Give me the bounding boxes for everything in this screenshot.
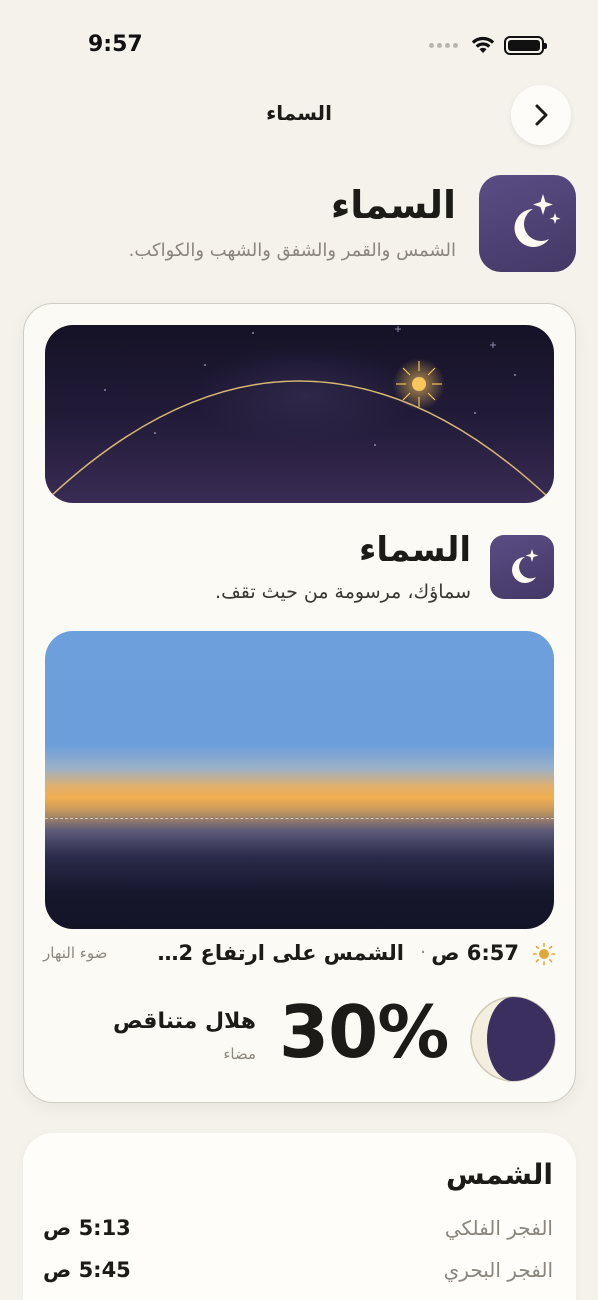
sun-time: 6:57 ص bbox=[431, 941, 519, 965]
section-title: الشمس bbox=[446, 1158, 553, 1191]
sky-gradient-panel bbox=[45, 631, 554, 929]
moon-illuminated-label: مضاء bbox=[223, 1045, 256, 1063]
row-value: 5:45 ص bbox=[43, 1258, 131, 1282]
page-subtitle: الشمس والقمر والشفق والشهب والكواكب. bbox=[128, 240, 456, 261]
sun-section-card: الشمس الفجر الفلكي 5:13 ص الفجر البحري 5… bbox=[23, 1133, 576, 1300]
separator-dot: · bbox=[420, 942, 426, 963]
moon-stars-icon bbox=[514, 194, 561, 247]
list-item: الفجر الفلكي 5:13 ص bbox=[43, 1216, 553, 1246]
status-time: 9:57 bbox=[88, 32, 143, 57]
row-value: 5:13 ص bbox=[43, 1216, 131, 1240]
chevron-right-icon bbox=[535, 104, 548, 126]
page-title: السماء bbox=[330, 183, 456, 227]
row-label: الفجر الفلكي bbox=[444, 1216, 553, 1240]
wifi-icon bbox=[471, 36, 495, 53]
status-indicators bbox=[429, 35, 547, 55]
row-label: الفجر البحري bbox=[443, 1258, 553, 1282]
moon-illumination-percent: 30% bbox=[279, 990, 449, 1074]
sun-altitude-status: الشمس على ارتفاع 2° فوق الأفق bbox=[154, 941, 404, 965]
sun-arc-illustration bbox=[45, 325, 554, 503]
daylight-label: ضوء النهار bbox=[43, 944, 108, 962]
sky-widget-icon bbox=[490, 535, 554, 599]
moon-phase-name: هلال متناقص bbox=[113, 1009, 256, 1034]
widget-title: السماء bbox=[359, 530, 471, 570]
sky-app-icon bbox=[479, 175, 576, 272]
sun-status-row: 6:57 ص · الشمس على ارتفاع 2° فوق الأفق ض… bbox=[42, 940, 556, 970]
moon-phase-icon bbox=[470, 996, 556, 1082]
sky-widget-preview-card[interactable]: السماء سماؤك، مرسومة من حيث تقف. 6:57 ص … bbox=[23, 303, 576, 1103]
battery-icon bbox=[504, 35, 547, 55]
horizon-line bbox=[45, 818, 554, 819]
forward-button[interactable] bbox=[511, 85, 571, 145]
status-bar: 9:57 bbox=[0, 0, 598, 80]
nav-title: السماء bbox=[266, 101, 332, 125]
moon-stars-icon bbox=[512, 549, 539, 583]
sun-icon bbox=[532, 942, 556, 966]
cellular-signal-icon bbox=[429, 42, 458, 48]
widget-subtitle: سماؤك، مرسومة من حيث تقف. bbox=[215, 581, 471, 603]
list-item: الفجر البحري 5:45 ص bbox=[43, 1258, 553, 1288]
